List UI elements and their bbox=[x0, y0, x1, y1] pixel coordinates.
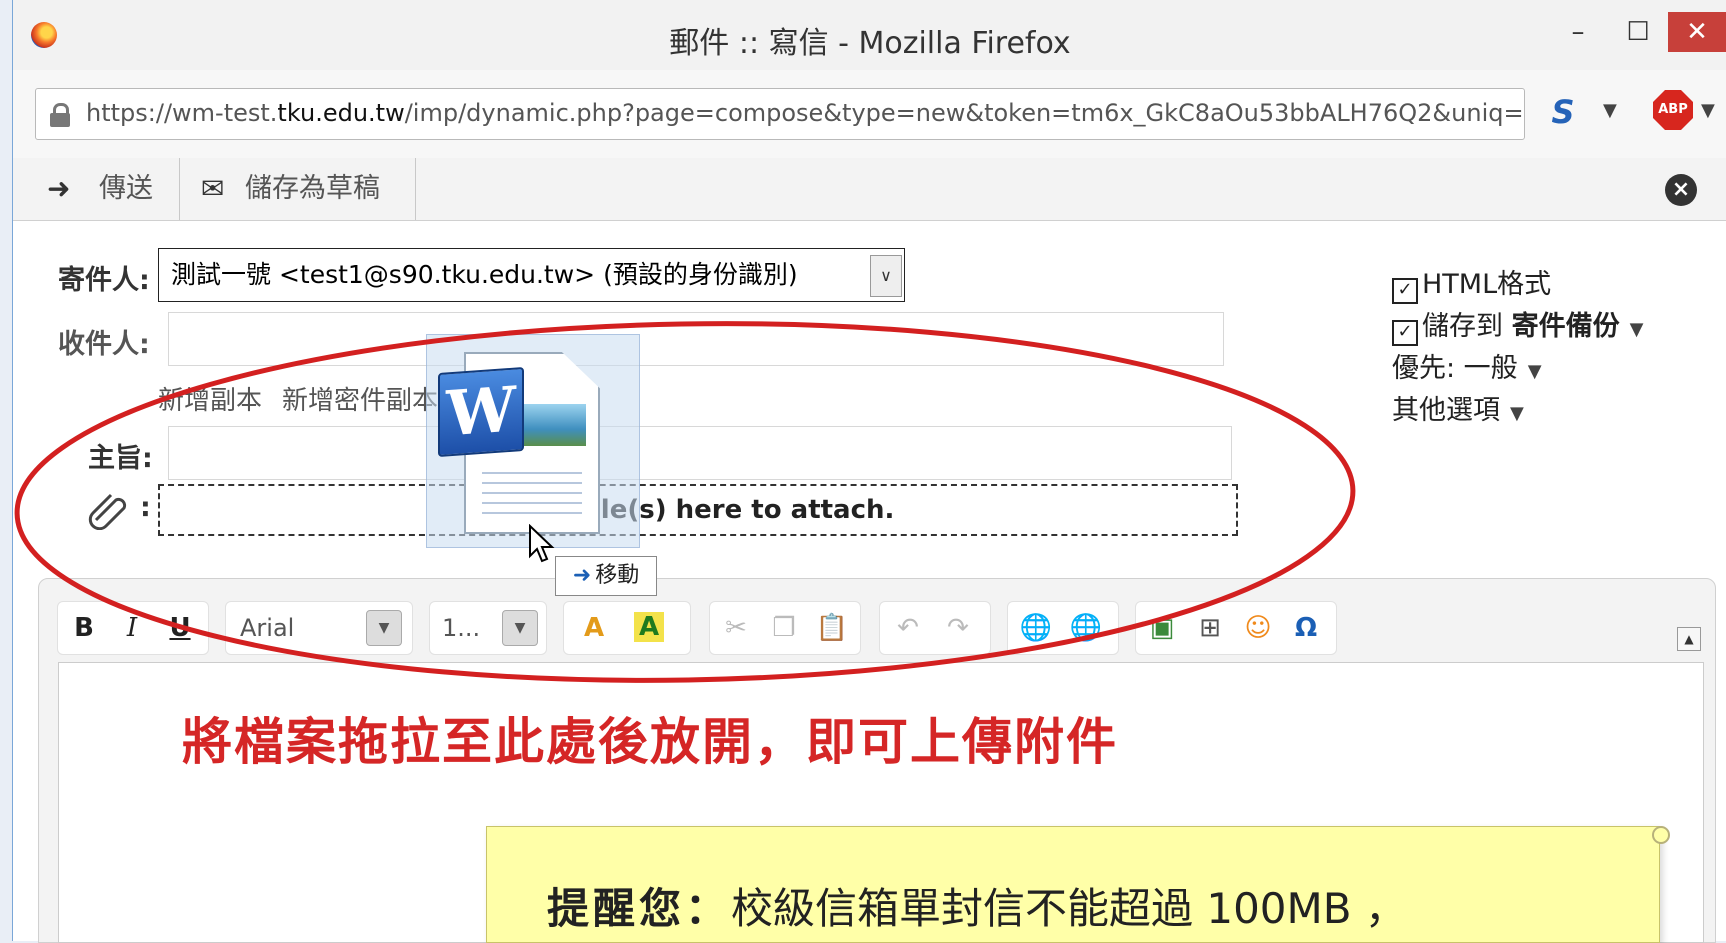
compose-toolbar: ➜ 傳送 ✉ 儲存為草稿 × bbox=[13, 158, 1726, 221]
reminder-text: 校級信箱單封信不能超過 100MB ， bbox=[731, 884, 1407, 933]
format-group: B I U bbox=[57, 601, 209, 655]
add-cc-link[interactable]: 新增副本 bbox=[158, 386, 262, 416]
url-bar[interactable]: https://wm-test.tku.edu.tw/imp/dynamic.p… bbox=[35, 88, 1525, 140]
close-window-button[interactable]: ✕ bbox=[1668, 12, 1726, 52]
chevron-down-icon[interactable]: ▼ bbox=[502, 610, 538, 646]
reminder-title: 提醒您： bbox=[547, 884, 732, 933]
attachment-drop-zone[interactable]: Drop file(s) here to attach. bbox=[158, 484, 1238, 536]
word-icon: W bbox=[438, 366, 524, 458]
html-format-option[interactable]: ✓ HTML格式 bbox=[1392, 262, 1551, 304]
special-char-icon[interactable]: Ω bbox=[1286, 610, 1326, 646]
save-to-option[interactable]: ✓ 儲存到 寄件備份 ▼ bbox=[1392, 304, 1643, 346]
copy-icon[interactable]: ❐ bbox=[764, 610, 804, 646]
clipboard-group: ✂ ❐ 📋 bbox=[709, 601, 861, 655]
scroll-up-button[interactable]: ▲ bbox=[1677, 627, 1701, 651]
undo-icon[interactable]: ↶ bbox=[888, 610, 928, 646]
paste-icon[interactable]: 📋 bbox=[812, 610, 852, 646]
html-format-checkbox[interactable]: ✓ bbox=[1392, 278, 1418, 304]
maximize-button[interactable]: ☐ bbox=[1608, 12, 1668, 52]
insert-group: ▣ ⊞ ☺ Ω bbox=[1135, 601, 1337, 655]
url-text: https://wm-test.tku.edu.tw/imp/dynamic.p… bbox=[86, 99, 1524, 127]
skype-s-icon[interactable]: S bbox=[1543, 92, 1583, 132]
envelope-open-icon: ✉ bbox=[201, 172, 225, 205]
cut-icon[interactable]: ✂ bbox=[716, 610, 756, 646]
attach-colon: : bbox=[140, 492, 151, 523]
from-select[interactable]: 測試一號 <test1@s90.tku.edu.tw> (預設的身份識別) ∨ bbox=[158, 248, 905, 302]
text-color-button[interactable]: A bbox=[574, 610, 614, 646]
instruction-annotation: 將檔案拖拉至此處後放開，即可上傳附件 bbox=[182, 713, 1118, 771]
font-name-select[interactable]: Arial ▼ bbox=[225, 601, 413, 655]
close-compose-icon[interactable]: × bbox=[1665, 174, 1697, 206]
color-group: A A bbox=[563, 601, 691, 655]
chevron-down-icon[interactable]: ▼ bbox=[366, 610, 402, 646]
add-bcc-link[interactable]: 新增密件副本 bbox=[282, 386, 438, 416]
to-label: 收件人: bbox=[58, 329, 150, 360]
link-group: 🌐 🌐 bbox=[1007, 601, 1119, 655]
save-draft-button[interactable]: ✉ 儲存為草稿 bbox=[179, 158, 416, 220]
font-size-select[interactable]: 1... ▼ bbox=[429, 601, 547, 655]
lock-icon bbox=[50, 103, 70, 127]
highlight-color-button[interactable]: A bbox=[634, 612, 664, 642]
history-group: ↶ ↷ bbox=[879, 601, 991, 655]
title-bar: 郵件 :: 寫信 - Mozilla Firefox – ☐ ✕ bbox=[13, 0, 1726, 71]
redo-icon[interactable]: ↷ bbox=[938, 610, 978, 646]
unlink-icon[interactable]: 🌐 bbox=[1066, 610, 1106, 646]
navigation-bar: https://wm-test.tku.edu.tw/imp/dynamic.p… bbox=[13, 70, 1726, 159]
window-title: 郵件 :: 寫信 - Mozilla Firefox bbox=[669, 26, 1071, 61]
paperclip-icon bbox=[86, 490, 134, 531]
priority-option[interactable]: 優先: 一般 ▼ bbox=[1392, 346, 1542, 385]
smiley-icon[interactable]: ☺ bbox=[1238, 610, 1278, 646]
italic-button[interactable]: I bbox=[112, 610, 152, 646]
cc-links: 新增副本 新增密件副本 bbox=[158, 380, 458, 417]
adblock-plus-icon[interactable]: ABP bbox=[1653, 90, 1693, 130]
link-icon[interactable]: 🌐 bbox=[1016, 610, 1056, 646]
caret-down-icon[interactable]: ▼ bbox=[1528, 361, 1542, 382]
subject-label: 主旨: bbox=[88, 443, 153, 474]
chevron-down-icon[interactable]: ▼ bbox=[1603, 100, 1617, 121]
send-button[interactable]: ➜ 傳送 bbox=[13, 158, 180, 220]
to-field[interactable] bbox=[168, 312, 1224, 366]
chevron-down-icon[interactable]: ∨ bbox=[870, 255, 902, 297]
chevron-down-icon[interactable]: ▼ bbox=[1701, 100, 1715, 121]
move-tooltip: ➜ 移動 bbox=[555, 556, 657, 596]
save-copy-checkbox[interactable]: ✓ bbox=[1392, 320, 1418, 346]
note-curl bbox=[1652, 826, 1670, 844]
mouse-cursor-icon bbox=[529, 524, 555, 563]
other-options-toggle[interactable]: 其他選項 ▼ bbox=[1392, 388, 1524, 427]
caret-down-icon[interactable]: ▼ bbox=[1510, 403, 1524, 424]
underline-button[interactable]: U bbox=[160, 610, 200, 646]
image-icon[interactable]: ▣ bbox=[1142, 610, 1182, 646]
caret-down-icon[interactable]: ▼ bbox=[1630, 319, 1644, 340]
from-label: 寄件人: bbox=[58, 265, 150, 296]
subject-field[interactable] bbox=[168, 426, 1232, 480]
reminder-note: 提醒您：校級信箱單封信不能超過 100MB ， bbox=[486, 826, 1660, 943]
minimize-button[interactable]: – bbox=[1548, 12, 1608, 52]
arrow-right-icon: ➜ bbox=[47, 172, 71, 205]
bold-button[interactable]: B bbox=[64, 610, 104, 646]
table-icon[interactable]: ⊞ bbox=[1190, 610, 1230, 646]
arrow-right-icon: ➜ bbox=[572, 563, 592, 588]
